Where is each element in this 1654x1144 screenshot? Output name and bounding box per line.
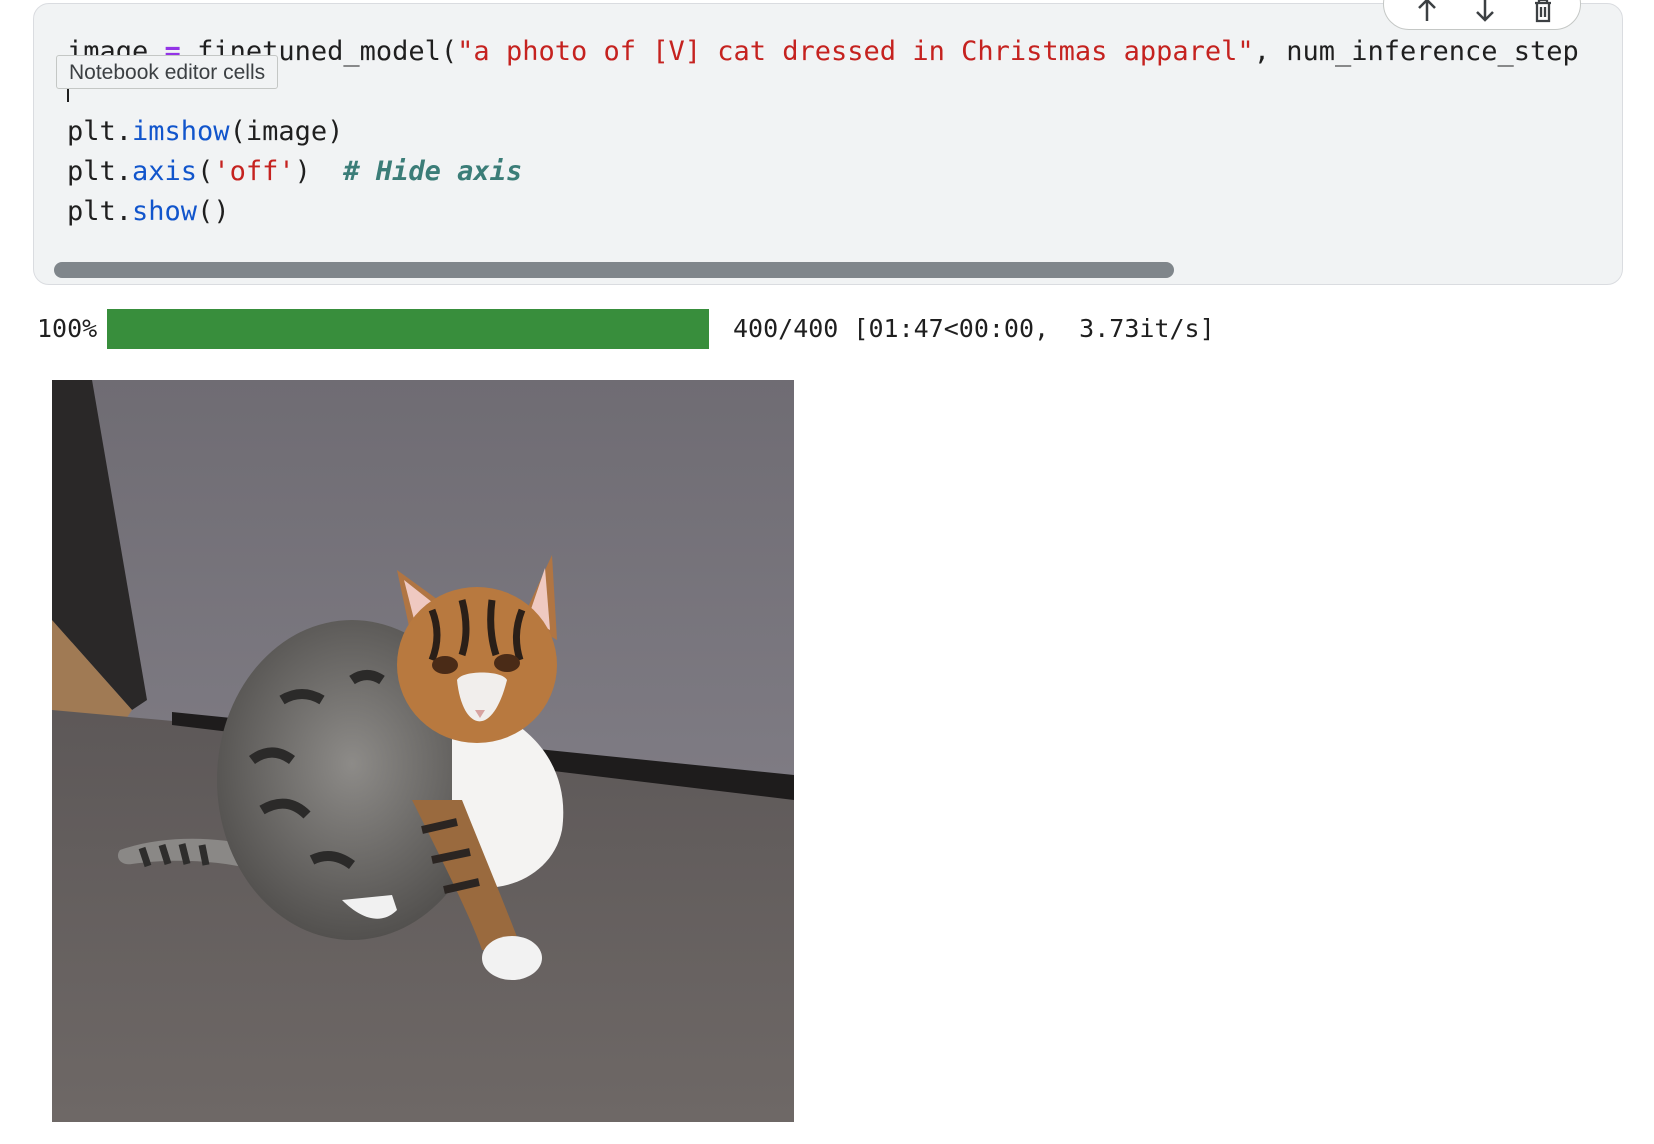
code-line-5: plt.show() (67, 192, 1579, 232)
code-line-3: plt.imshow(image) (67, 112, 1579, 152)
progress-percent: 100% (37, 314, 98, 343)
delete-icon[interactable] (1530, 0, 1556, 23)
code-obj: plt. (67, 116, 133, 147)
horizontal-scrollbar[interactable] (54, 262, 1604, 278)
code-editor[interactable]: image = finetuned_model("a photo of [V] … (67, 32, 1579, 232)
progress-bar-fill (107, 309, 709, 349)
move-up-icon[interactable] (1414, 0, 1440, 23)
code-line-4: plt.axis('off') # Hide axis (67, 152, 1579, 192)
progress-stats: 400/400 [01:47<00:00, 3.73it/s] (733, 314, 1215, 343)
progress-output: 100% 400/400 [01:47<00:00, 3.73it/s] (37, 309, 1637, 349)
cell-toolbar (1383, 0, 1581, 30)
code-line-2 (67, 72, 1579, 112)
code-args: () (197, 196, 230, 227)
code-fn-axis: axis (132, 156, 198, 187)
code-obj: plt. (67, 156, 133, 187)
code-paren-open: ( (197, 156, 214, 187)
code-arg-off: 'off' (213, 156, 295, 187)
code-cell[interactable]: image = finetuned_model("a photo of [V] … (33, 3, 1623, 285)
output-image (52, 380, 794, 1122)
code-prompt-string: "a photo of [V] cat dressed in Christmas… (457, 36, 1254, 67)
progress-bar (107, 309, 709, 349)
code-fn-imshow: imshow (132, 116, 230, 147)
code-comment: # Hide axis (343, 156, 523, 187)
scrollbar-thumb[interactable] (54, 262, 1174, 278)
code-line-1: image = finetuned_model("a photo of [V] … (67, 32, 1579, 72)
code-args: (image) (229, 116, 344, 147)
code-paren-close: ) (294, 156, 311, 187)
tooltip: Notebook editor cells (56, 55, 279, 89)
code-call-rest: , num_inference_step (1253, 36, 1579, 67)
code-fn-show: show (132, 196, 198, 227)
move-down-icon[interactable] (1472, 0, 1498, 23)
code-obj: plt. (67, 196, 133, 227)
